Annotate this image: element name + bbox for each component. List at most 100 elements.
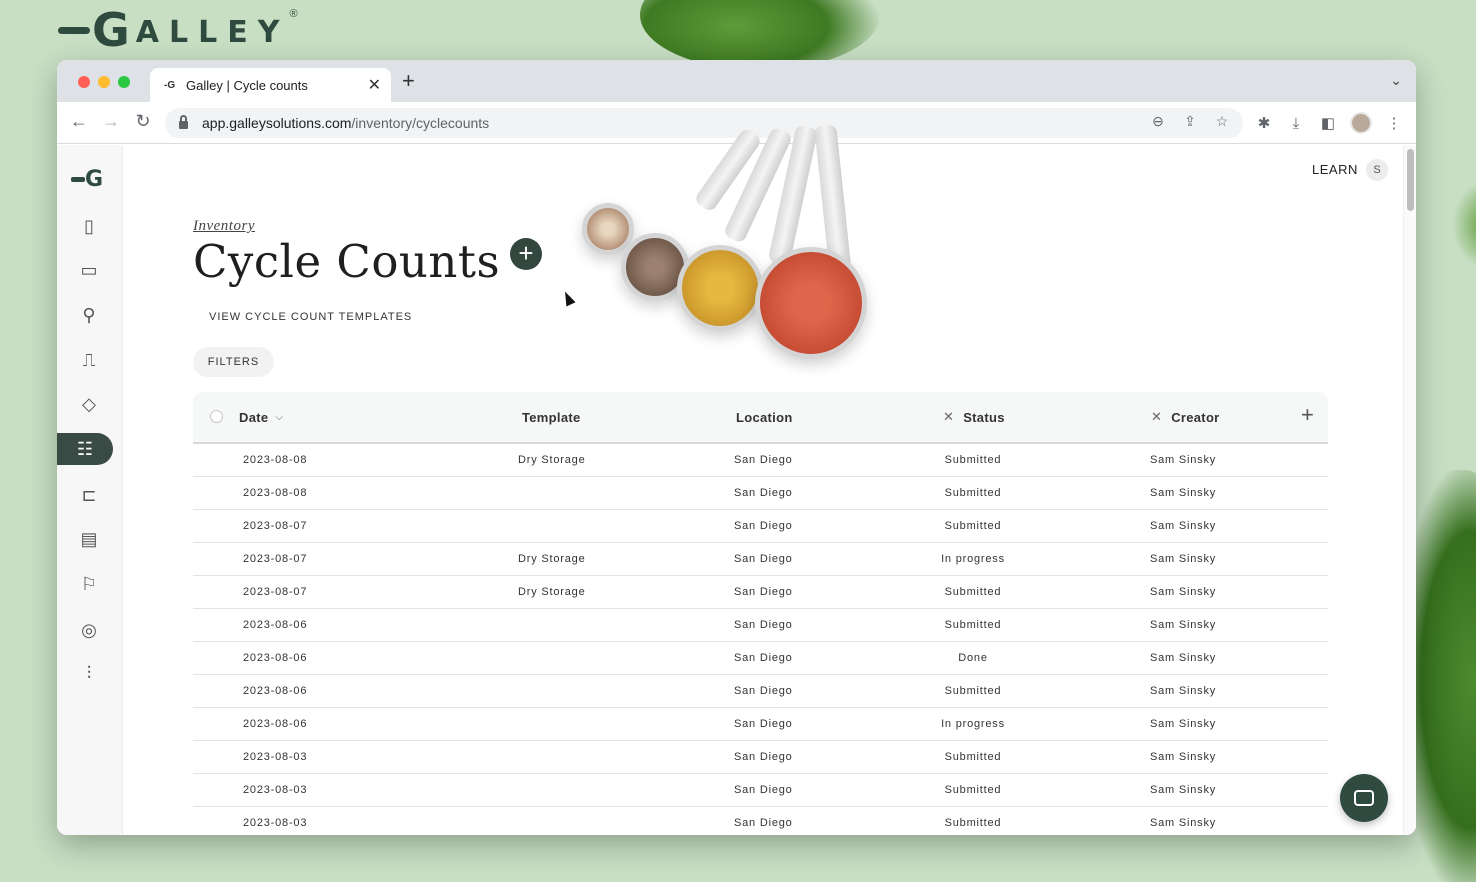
table-row[interactable]: 2023-08-06 San Diego Done Sam Sinsky (193, 642, 1328, 675)
column-header-date[interactable]: Date ⌵ (239, 392, 283, 442)
chat-support-button[interactable] (1340, 774, 1388, 822)
cell-location: San Diego (734, 652, 793, 664)
table-row[interactable]: 2023-08-07 San Diego Submitted Sam Sinsky (193, 510, 1328, 543)
close-icon[interactable]: ✕ (368, 75, 381, 95)
sidebar: G ▯ ▭ ⚲ ⎍ ◇ ☷ ⊏ ▤ ⚐ ◎ ⫶ (57, 145, 123, 835)
sidebar-item-purchasing[interactable]: ⊏ (61, 479, 117, 511)
view-templates-link[interactable]: VIEW CYCLE COUNT TEMPLATES (209, 311, 412, 323)
arrow-left-icon[interactable]: ← (67, 111, 91, 132)
table-row[interactable]: 2023-08-03 San Diego Submitted Sam Sinsky (193, 774, 1328, 807)
book-icon: ▭ (80, 259, 98, 280)
galley-favicon-icon: -G (164, 79, 176, 91)
galley-logo-small[interactable]: G (71, 167, 103, 192)
kale-decoration (1452, 180, 1476, 270)
sidebar-item-ingredients[interactable]: ⚲ (61, 299, 117, 331)
cell-creator: Sam Sinsky (1150, 454, 1217, 466)
zoom-out-icon[interactable]: ⊖ (1149, 113, 1167, 130)
sidebar-item-locations[interactable]: ⚐ (61, 568, 117, 600)
browser-tab-active[interactable]: -G Galley | Cycle counts ✕ (150, 68, 391, 102)
table-body: 2023-08-08 Dry Storage San Diego Submitted S… (193, 444, 1328, 835)
cell-location: San Diego (734, 718, 793, 730)
add-cycle-count-button[interactable]: + (510, 238, 542, 270)
column-header-status[interactable]: ✕ Status (943, 392, 1005, 442)
key-icon (58, 26, 90, 34)
url-host: app.galleysolutions.com (202, 115, 352, 131)
chevron-down-icon[interactable]: ⌄ (1390, 72, 1402, 89)
sidebar-item-tags[interactable]: ◇ (61, 388, 117, 420)
cell-date: 2023-08-03 (243, 817, 308, 829)
column-header-template[interactable]: Template (522, 392, 581, 442)
location-pin-icon: ⚐ (80, 573, 98, 594)
sidebar-item-recipes[interactable]: ▭ (61, 254, 117, 286)
cell-status: Submitted (944, 454, 1002, 466)
scrollbar-thumb[interactable] (1407, 149, 1414, 211)
page-title: Cycle Counts (193, 235, 501, 288)
table-row[interactable]: 2023-08-08 Dry Storage San Diego Submitted S… (193, 444, 1328, 477)
side-panel-icon[interactable]: ◧ (1318, 114, 1338, 132)
learn-link[interactable]: LEARN (1312, 162, 1358, 177)
lock-icon (179, 114, 188, 129)
breadcrumb-inventory[interactable]: Inventory (193, 218, 255, 235)
sidebar-item-inventory[interactable]: ☷ (57, 433, 113, 465)
cell-date: 2023-08-03 (243, 784, 308, 796)
kebab-menu-icon[interactable]: ⋮ (1384, 114, 1404, 132)
user-avatar[interactable]: S (1366, 159, 1388, 181)
column-header-creator[interactable]: ✕ Creator (1151, 392, 1220, 442)
maximize-window-button[interactable] (118, 76, 130, 88)
tab-strip: -G Galley | Cycle counts ✕ + ⌄ (57, 60, 1416, 102)
clipboard-icon: ▯ (84, 215, 94, 236)
minimize-window-button[interactable] (98, 76, 110, 88)
cell-status: Submitted (944, 487, 1002, 499)
url-path: /inventory/cyclecounts (351, 115, 490, 131)
filters-button[interactable]: FILTERS (193, 347, 274, 377)
remove-filter-status-icon[interactable]: ✕ (943, 409, 954, 425)
arrow-right-icon[interactable]: → (99, 111, 123, 132)
cell-location: San Diego (734, 817, 793, 829)
close-window-button[interactable] (78, 76, 90, 88)
cell-location: San Diego (734, 619, 793, 631)
profile-avatar[interactable] (1350, 112, 1372, 134)
cell-location: San Diego (734, 454, 793, 466)
remove-filter-creator-icon[interactable]: ✕ (1151, 409, 1162, 425)
table-row[interactable]: 2023-08-06 San Diego Submitted Sam Sinsky (193, 609, 1328, 642)
sidebar-item-containers[interactable]: ⎍ (61, 344, 117, 376)
table-row[interactable]: 2023-08-08 San Diego Submitted Sam Sinsky (193, 477, 1328, 510)
tab-title: Galley | Cycle counts (186, 77, 308, 93)
sidebar-item-clipboard[interactable]: ▯ (61, 210, 117, 242)
cell-template: Dry Storage (518, 454, 586, 466)
reload-icon[interactable]: ↻ (131, 111, 155, 132)
page-viewport: G ▯ ▭ ⚲ ⎍ ◇ ☷ ⊏ ▤ ⚐ ◎ ⫶ LEARN S Inventor… (57, 124, 1416, 835)
puzzle-icon[interactable]: ✱ (1254, 114, 1274, 132)
chevron-down-icon[interactable]: ⌵ (275, 412, 283, 423)
browser-window: -G Galley | Cycle counts ✕ + ⌄ ← → ↻ app… (57, 60, 1416, 835)
new-tab-plus-icon[interactable]: + (402, 70, 415, 92)
add-column-plus-icon[interactable]: + (1301, 402, 1314, 428)
sidebar-item-reports[interactable]: ▤ (61, 523, 117, 555)
cell-template: Dry Storage (518, 586, 586, 598)
cell-date: 2023-08-06 (243, 685, 308, 697)
table-row[interactable]: 2023-08-07 Dry Storage San Diego Submitted S… (193, 576, 1328, 609)
cell-status: Submitted (944, 619, 1002, 631)
cell-location: San Diego (734, 751, 793, 763)
star-icon[interactable]: ☆ (1213, 113, 1231, 130)
address-bar[interactable]: app.galleysolutions.com /inventory/cycle… (165, 108, 1243, 138)
table-row[interactable]: 2023-08-06 San Diego Submitted Sam Sinsky (193, 675, 1328, 708)
table-row[interactable]: 2023-08-07 Dry Storage San Diego In progres… (193, 543, 1328, 576)
table-row[interactable]: 2023-08-03 San Diego Submitted Sam Sinsky (193, 807, 1328, 835)
sidebar-item-menus[interactable]: ◎ (61, 614, 117, 646)
tag-icon: ◇ (82, 393, 96, 414)
column-header-location[interactable]: Location (736, 392, 793, 442)
page-scrollbar[interactable] (1403, 145, 1416, 835)
download-icon[interactable]: ⤓ (1286, 115, 1306, 132)
table-row[interactable]: 2023-08-06 San Diego In progress Sam Sinsky (193, 708, 1328, 741)
cycle-counts-table: Date ⌵ Template Location ✕ Status ✕ Crea… (193, 392, 1328, 835)
select-all-checkbox[interactable] (210, 410, 223, 423)
dining-icon: ◎ (81, 619, 97, 640)
cell-creator: Sam Sinsky (1150, 784, 1217, 796)
table-row[interactable]: 2023-08-03 San Diego Submitted Sam Sinsky (193, 741, 1328, 774)
sidebar-item-settings[interactable]: ⫶ (61, 657, 117, 689)
cell-creator: Sam Sinsky (1150, 553, 1217, 565)
galley-logo: G ALLEY ® (58, 4, 298, 56)
cart-icon: ⊏ (81, 484, 97, 505)
share-icon[interactable]: ⇪ (1181, 113, 1199, 130)
